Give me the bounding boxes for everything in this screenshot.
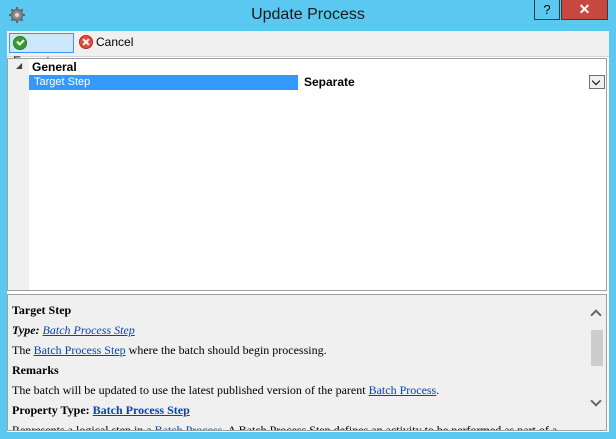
desc-post: where the batch should begin processing. xyxy=(128,343,327,357)
scroll-down-icon[interactable] xyxy=(590,395,602,407)
property-type-line: Property Type: Batch Process Step xyxy=(12,403,582,417)
help-scrollbar[interactable] xyxy=(588,295,606,430)
property-grid[interactable]: ◢ General Target Step Separate xyxy=(7,58,607,291)
help-type-line: Type: Batch Process Step xyxy=(12,323,582,337)
help-title: Target Step xyxy=(12,303,72,317)
help-panel: Target Step Type: Batch Process Step The… xyxy=(7,294,607,431)
remarks-pre: The batch will be updated to use the lat… xyxy=(12,383,366,397)
category-label: General xyxy=(32,60,77,74)
type-link[interactable]: Batch Process Step xyxy=(43,323,135,337)
help-content: Target Step Type: Batch Process Step The… xyxy=(12,303,582,431)
scroll-thumb[interactable] xyxy=(591,330,603,366)
cancel-circle-icon xyxy=(79,34,93,49)
ptype-prefix: Property Type: xyxy=(12,403,90,417)
type-prefix: Type: xyxy=(12,323,40,337)
property-type-description: Represents a logical step in a Batch Pro… xyxy=(12,423,582,431)
collapse-triangle-icon[interactable]: ◢ xyxy=(16,61,22,70)
dropdown-arrow-icon[interactable] xyxy=(589,75,605,89)
remarks-text: The batch will be updated to use the lat… xyxy=(12,383,582,397)
remarks-link[interactable]: Batch Process xyxy=(369,383,437,397)
ptype-desc-pre: Represents a logical step in a xyxy=(12,423,152,431)
cancel-button[interactable]: Cancel xyxy=(77,33,137,53)
scroll-up-icon[interactable] xyxy=(590,309,602,321)
help-description: The Batch Process Step where the batch s… xyxy=(12,343,582,357)
desc-pre: The xyxy=(12,343,31,357)
check-circle-icon xyxy=(13,35,27,50)
close-button[interactable]: ✕ xyxy=(561,0,608,20)
property-name[interactable]: Target Step xyxy=(29,75,298,90)
property-row-target-step[interactable]: Target Step Separate xyxy=(29,75,607,90)
ptype-link[interactable]: Batch Process Step xyxy=(93,403,190,417)
dialog-window: Update Process ? ✕ Execute Cancel ◢ Gene… xyxy=(0,0,616,439)
remarks-title: Remarks xyxy=(12,363,59,377)
title-bar[interactable]: Update Process ? ✕ xyxy=(0,0,616,31)
help-button[interactable]: ? xyxy=(534,0,560,20)
property-value[interactable]: Separate xyxy=(304,75,355,89)
client-area: Execute Cancel ◢ General Target Step Sep… xyxy=(7,31,609,432)
execute-button[interactable]: Execute xyxy=(9,33,74,68)
cancel-label: Cancel xyxy=(96,35,134,49)
category-row-general[interactable]: ◢ General xyxy=(8,60,606,74)
ptype-desc-link[interactable]: Batch Process xyxy=(155,423,223,430)
remarks-post: . xyxy=(436,383,440,397)
window-title: Update Process xyxy=(251,6,365,23)
toolbar: Execute Cancel xyxy=(7,31,609,68)
desc-link[interactable]: Batch Process Step xyxy=(34,343,126,357)
grid-gutter xyxy=(8,59,29,290)
